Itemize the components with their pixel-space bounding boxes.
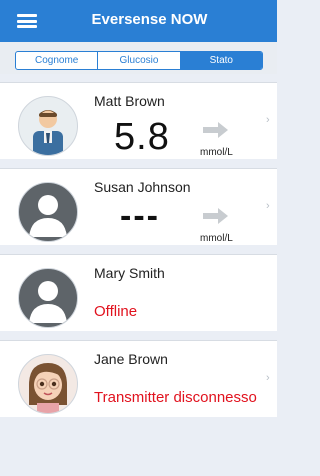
patient-name: Susan Johnson (94, 179, 191, 195)
man-avatar-icon (18, 96, 78, 156)
app-title: Eversense NOW (91, 11, 208, 28)
tab-cognome[interactable]: Cognome (16, 52, 97, 69)
patient-name: Matt Brown (94, 93, 165, 109)
arrow-right-icon (200, 121, 230, 139)
list-item[interactable]: Jane Brown Transmitter disconnesso › (0, 340, 277, 417)
patient-name: Mary Smith (94, 265, 165, 281)
glucose-value: 5.8 (114, 116, 170, 158)
tab-glucosio[interactable]: Glucosio (97, 52, 179, 69)
chevron-right-icon: › (266, 114, 270, 126)
girl-avatar-icon (18, 354, 78, 414)
patient-name: Jane Brown (94, 351, 168, 367)
default-avatar-icon (18, 182, 78, 242)
segmented-control: Cognome Glucosio Stato (15, 51, 263, 70)
default-avatar-icon (18, 268, 78, 328)
glucose-value: --- (120, 197, 160, 235)
chevron-right-icon: › (266, 200, 270, 212)
tab-stato[interactable]: Stato (179, 52, 262, 69)
status-text: Transmitter disconnesso (94, 389, 257, 406)
glucose-unit: mmol/L (200, 147, 233, 158)
list-item[interactable]: Mary Smith Offline (0, 254, 277, 331)
tab-bar: Cognome Glucosio Stato (0, 42, 277, 74)
glucose-unit: mmol/L (200, 233, 233, 244)
list-item[interactable]: Susan Johnson --- mmol/L › (0, 168, 277, 245)
app-header: Eversense NOW (0, 0, 277, 42)
chevron-right-icon: › (266, 372, 270, 384)
list-item[interactable]: Matt Brown 5.8 mmol/L › (0, 82, 277, 159)
arrow-right-icon (200, 207, 230, 225)
status-text: Offline (94, 303, 138, 320)
